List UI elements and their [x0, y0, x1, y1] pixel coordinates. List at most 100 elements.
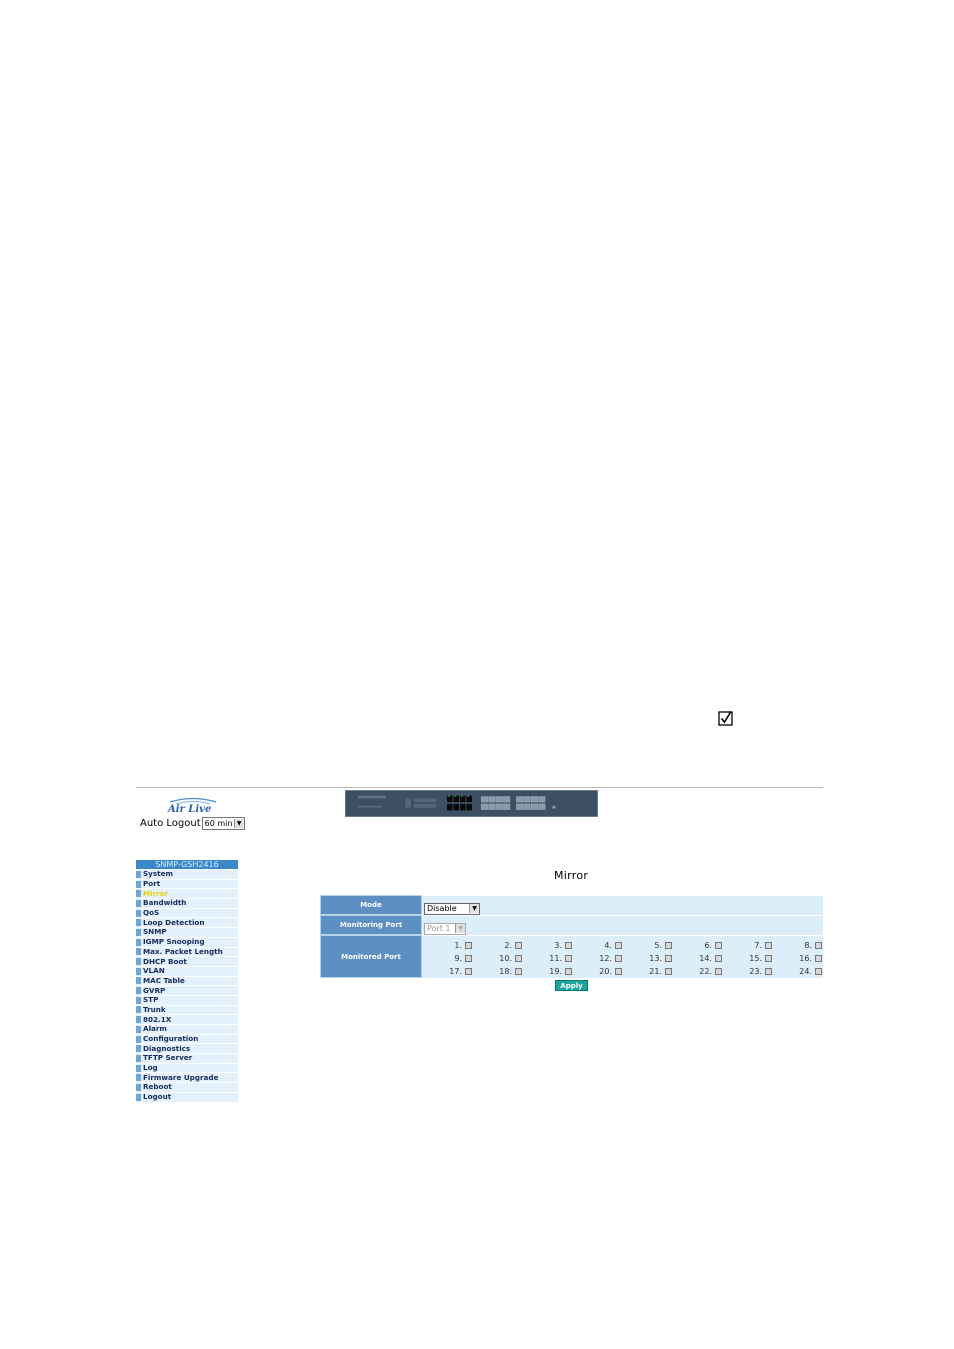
port-checkbox[interactable]	[715, 941, 722, 949]
sidebar-title: SNMP-GSH2416	[136, 860, 238, 869]
sidebar-item-label: Trunk	[143, 1004, 166, 1014]
apply-button[interactable]: Apply	[555, 980, 588, 991]
port-checkbox[interactable]	[815, 941, 822, 949]
sidebar-bullet-icon	[136, 977, 141, 985]
sidebar-item-mac-table[interactable]: MAC Table	[136, 976, 238, 986]
sidebar-bullet-icon	[136, 1016, 141, 1024]
sidebar-item-dhcp-boot[interactable]: DHCP Boot	[136, 957, 238, 966]
sidebar-item-firmware-upgrade[interactable]: Firmware Upgrade	[136, 1073, 238, 1083]
sidebar-bullet-icon	[136, 880, 141, 888]
monitored-port-24: 24.	[772, 967, 822, 976]
port-checkbox[interactable]	[765, 954, 772, 962]
sidebar-item-logout[interactable]: Logout	[136, 1093, 238, 1102]
monitored-port-21: 21.	[622, 967, 672, 976]
sidebar-bullet-icon	[136, 948, 141, 956]
port-label: 13.	[649, 953, 662, 963]
port-checkbox[interactable]	[465, 941, 472, 949]
sidebar-item-gvrp[interactable]: GVRP	[136, 986, 238, 995]
port-checkbox[interactable]	[615, 941, 622, 949]
port-checkbox[interactable]	[465, 967, 472, 975]
sidebar-bullet-icon	[136, 967, 141, 975]
monitored-port-20: 20.	[572, 967, 622, 976]
monitored-port-11: 11.	[522, 954, 572, 963]
sidebar-item-log[interactable]: Log	[136, 1064, 238, 1073]
port-checkbox[interactable]	[515, 954, 522, 962]
sidebar-item-label: Mirror	[143, 888, 169, 898]
sidebar-item-label: Alarm	[143, 1024, 167, 1034]
sidebar-item-mirror[interactable]: Mirror	[136, 888, 238, 899]
sidebar-item-label: Port	[143, 879, 161, 889]
sidebar-item-port[interactable]: Port	[136, 880, 238, 889]
port-checkbox[interactable]	[715, 967, 722, 975]
port-checkbox[interactable]	[665, 941, 672, 949]
sidebar-item-system[interactable]: System	[136, 870, 238, 879]
sidebar-item-label: SNMP	[143, 927, 167, 937]
port-label: 19.	[549, 966, 562, 976]
sidebar-bullet-icon	[136, 890, 141, 898]
auto-logout-select[interactable]: 60 min ▼	[201, 817, 245, 830]
sidebar-item-label: Bandwidth	[143, 898, 187, 908]
monitored-port-3: 3.	[522, 941, 572, 950]
sidebar-item-802-1x[interactable]: 802.1X	[136, 1015, 238, 1024]
sidebar-item-label: Max. Packet Length	[143, 946, 223, 956]
port-checkbox[interactable]	[565, 941, 572, 949]
mode-value-cell: Disable ▼	[422, 895, 823, 915]
monitoring-port-select[interactable]: Port 1 ▼	[424, 922, 466, 935]
port-checkbox[interactable]	[665, 954, 672, 962]
sidebar-item-bandwidth[interactable]: Bandwidth	[136, 899, 238, 908]
sidebar-item-alarm[interactable]: Alarm	[136, 1025, 238, 1034]
sidebar-item-label: Diagnostics	[143, 1043, 191, 1053]
monitored-port-16: 16.	[772, 954, 822, 963]
port-checkbox[interactable]	[815, 954, 822, 962]
sidebar-item-loop-detection[interactable]: Loop Detection	[136, 917, 238, 928]
switch-front-panel-image	[345, 790, 598, 817]
monitored-port-17: 17.	[422, 967, 472, 976]
port-checkbox[interactable]	[465, 954, 472, 962]
port-checkbox[interactable]	[715, 954, 722, 962]
port-checkbox[interactable]	[615, 967, 622, 975]
sidebar-item-stp[interactable]: STP	[136, 996, 238, 1005]
sidebar-item-diagnostics[interactable]: Diagnostics	[136, 1043, 238, 1054]
sidebar-bullet-icon	[136, 1006, 141, 1014]
sidebar-item-trunk[interactable]: Trunk	[136, 1004, 238, 1015]
top-divider	[136, 787, 823, 788]
sidebar-item-label: QoS	[143, 908, 160, 918]
chevron-down-icon: ▼	[455, 924, 465, 933]
sidebar-item-max-packet-length[interactable]: Max. Packet Length	[136, 946, 238, 957]
sidebar-item-label: GVRP	[143, 985, 166, 995]
sidebar-item-label: Reboot	[143, 1082, 172, 1092]
port-label: 22.	[699, 966, 712, 976]
port-checkbox[interactable]	[565, 967, 572, 975]
sidebar-bullet-icon	[136, 928, 141, 936]
sidebar-item-tftp-server[interactable]: TFTP Server	[136, 1054, 238, 1063]
sidebar-item-vlan[interactable]: VLAN	[136, 967, 238, 976]
sidebar-bullet-icon	[136, 1045, 141, 1053]
monitoring-port-label: Monitoring Port	[320, 915, 422, 935]
port-label: 3.	[554, 940, 562, 950]
monitored-port-15: 15.	[722, 954, 772, 963]
checkmark-box-icon	[718, 711, 733, 726]
page-title: Mirror	[554, 869, 589, 882]
mirror-config-table: Mode Disable ▼ Monitoring Port Port 1 ▼ …	[320, 895, 823, 978]
port-checkbox[interactable]	[765, 967, 772, 975]
port-label: 6.	[704, 940, 712, 950]
sidebar-item-igmp-snooping[interactable]: IGMP Snooping	[136, 938, 238, 947]
mode-select[interactable]: Disable ▼	[424, 902, 480, 915]
port-checkbox[interactable]	[565, 954, 572, 962]
sidebar-bullet-icon	[136, 1074, 141, 1082]
sidebar-item-label: Loop Detection	[143, 917, 205, 927]
sidebar-item-reboot[interactable]: Reboot	[136, 1083, 238, 1092]
svg-text:Air Live: Air Live	[167, 804, 211, 814]
port-checkbox[interactable]	[765, 941, 772, 949]
sidebar-item-snmp[interactable]: SNMP	[136, 928, 238, 937]
sidebar-item-qos[interactable]: QoS	[136, 909, 238, 918]
port-checkbox[interactable]	[515, 941, 522, 949]
port-checkbox[interactable]	[665, 967, 672, 975]
port-checkbox[interactable]	[615, 954, 622, 962]
port-label: 12.	[599, 953, 612, 963]
port-checkbox[interactable]	[515, 967, 522, 975]
port-label: 24.	[799, 966, 812, 976]
sidebar-item-configuration[interactable]: Configuration	[136, 1035, 238, 1044]
port-checkbox[interactable]	[815, 967, 822, 975]
auto-logout: Auto Logout 60 min ▼	[140, 817, 245, 830]
